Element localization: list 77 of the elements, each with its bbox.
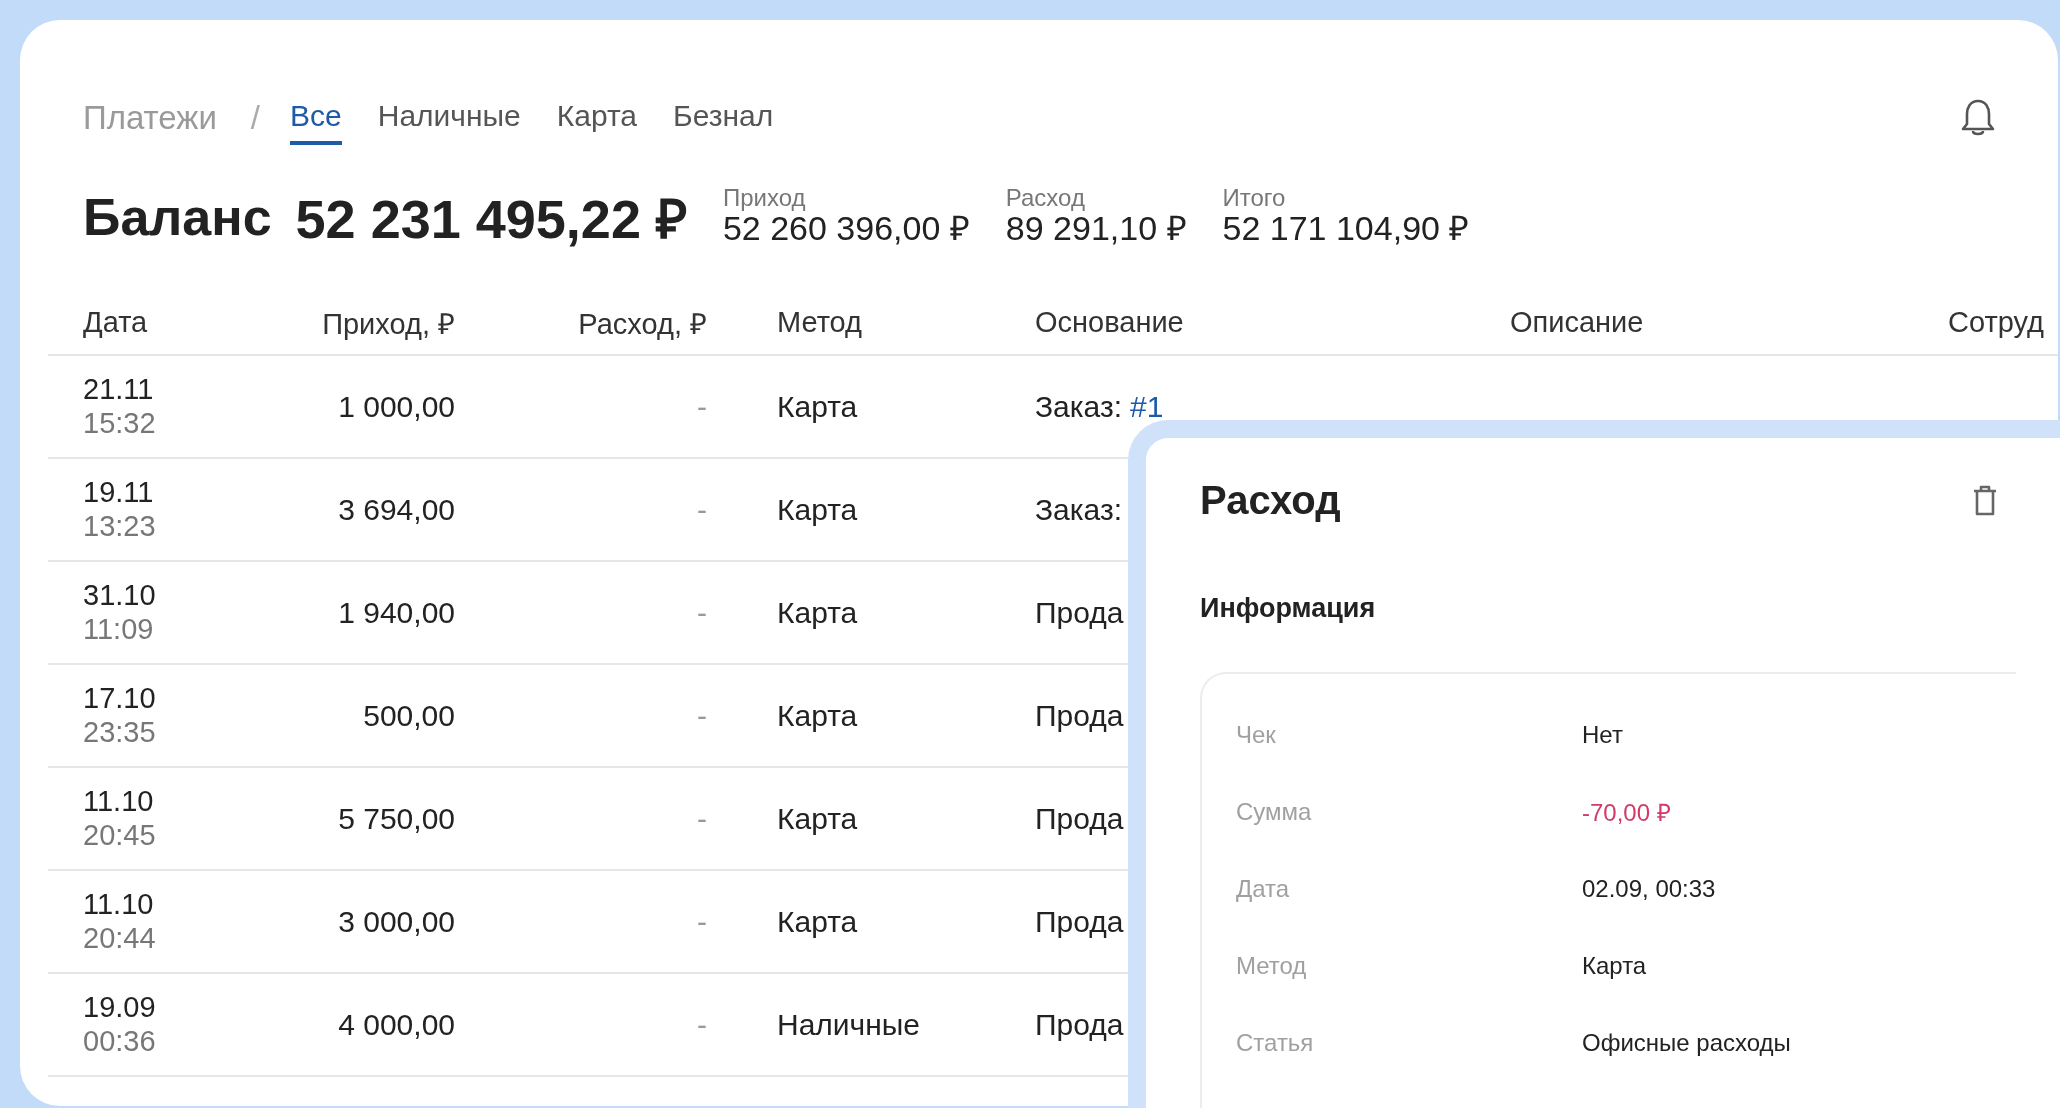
column-header: Дата [82, 305, 149, 339]
basis-cell: Прода [1035, 1007, 1124, 1041]
expense-cell-text: - [696, 389, 707, 424]
method-cell-text: Карта [776, 904, 859, 939]
filter-tab[interactable]: Безнал [673, 99, 774, 145]
notification-bell-icon[interactable] [1960, 98, 1996, 138]
method-cell-text: Карта [776, 595, 859, 630]
column-header: Сотруд [1948, 305, 2045, 339]
basis-cell: Прода [1035, 595, 1124, 629]
date-cell-text: 17.10 [83, 682, 157, 716]
balance-amount: 52 231 495,22 ₽ [295, 188, 687, 251]
field-label: Статья [1236, 1028, 1315, 1057]
time-cell-text: 00:36 [83, 1024, 157, 1058]
expense-cell-text: - [696, 801, 707, 836]
total-label: Расход [1005, 186, 1086, 211]
filter-tab[interactable]: Наличные [377, 99, 521, 145]
income-cell-text: 3 694,00 [337, 492, 455, 527]
time-cell-text: 15:32 [83, 406, 157, 440]
expense-cell-text: - [696, 698, 707, 733]
income-cell-text: 500,00 [362, 698, 455, 733]
income-cell-text: 4 000,00 [337, 1007, 455, 1042]
delete-icon[interactable] [1972, 484, 1998, 517]
field-label: Сумма [1236, 797, 1313, 826]
column-header: Основание [1035, 305, 1185, 339]
income-cell-text: 5 750,00 [337, 801, 455, 836]
field-value: 02.09, 00:33 [1582, 874, 1716, 903]
time-cell-text: 23:35 [83, 715, 157, 749]
field-value: Офисные расходы [1582, 1028, 1791, 1057]
method-cell-text: Карта [776, 492, 859, 527]
order-link[interactable]: #1 [1130, 389, 1164, 423]
time-cell-text: 20:44 [83, 921, 157, 955]
field-label: Дата [1236, 874, 1291, 903]
panel-title: Расход [1200, 478, 1341, 523]
expense-cell-text: - [696, 904, 707, 939]
total-label: Итого [1222, 186, 1287, 211]
field-label: Метод [1236, 951, 1308, 980]
column-header: Расход, ₽ [577, 306, 707, 342]
column-header: Метод [776, 305, 864, 339]
date-cell-text: 19.11 [83, 476, 155, 510]
field-label: Чек [1236, 720, 1277, 749]
basis-cell: Прода [1035, 801, 1124, 835]
section-heading: Информация [1200, 593, 1377, 624]
expense-cell-text: - [696, 1007, 707, 1042]
method-cell-text: Наличные [776, 1007, 922, 1042]
field-value: Карта [1582, 951, 1647, 980]
expense-cell-text: - [696, 595, 707, 630]
total-amount: 89 291,10 ₽ [1005, 210, 1187, 248]
total-label: Приход [722, 186, 807, 211]
date-cell-text: 11.10 [83, 785, 155, 819]
date-cell-text: 11.10 [83, 888, 155, 922]
income-cell-text: 3 000,00 [337, 904, 455, 939]
date-cell-text: 19.09 [83, 991, 157, 1025]
filter-tab[interactable]: Карта [556, 99, 638, 145]
filter-tab[interactable]: Все [290, 99, 342, 145]
method-cell-text: Карта [776, 389, 859, 424]
field-value: Нет [1582, 720, 1623, 749]
total-amount: 52 260 396,00 ₽ [722, 210, 970, 248]
time-cell-text: 20:45 [83, 818, 157, 852]
date-cell-text: 21.11 [83, 373, 155, 407]
basis-cell: Заказ: [1035, 389, 1123, 423]
balance-label: Баланс [83, 187, 272, 247]
breadcrumb-separator: / [250, 99, 260, 137]
field-value: -70,00 ₽ [1582, 798, 1671, 828]
expense-cell-text: - [696, 492, 707, 527]
basis-cell: Прода [1035, 904, 1124, 938]
column-header: Приход, ₽ [321, 306, 455, 342]
method-cell-text: Карта [776, 801, 859, 836]
basis-cell: Заказ: [1035, 492, 1123, 526]
time-cell-text: 13:23 [83, 509, 157, 543]
total-amount: 52 171 104,90 ₽ [1222, 210, 1470, 248]
basis-cell: Прода [1035, 698, 1124, 732]
column-header: Описание [1510, 305, 1645, 339]
date-cell-text: 31.10 [83, 579, 157, 613]
income-cell-text: 1 940,00 [337, 595, 455, 630]
time-cell-text: 11:09 [83, 612, 155, 646]
method-cell-text: Карта [776, 698, 859, 733]
income-cell-text: 1 000,00 [337, 389, 455, 424]
